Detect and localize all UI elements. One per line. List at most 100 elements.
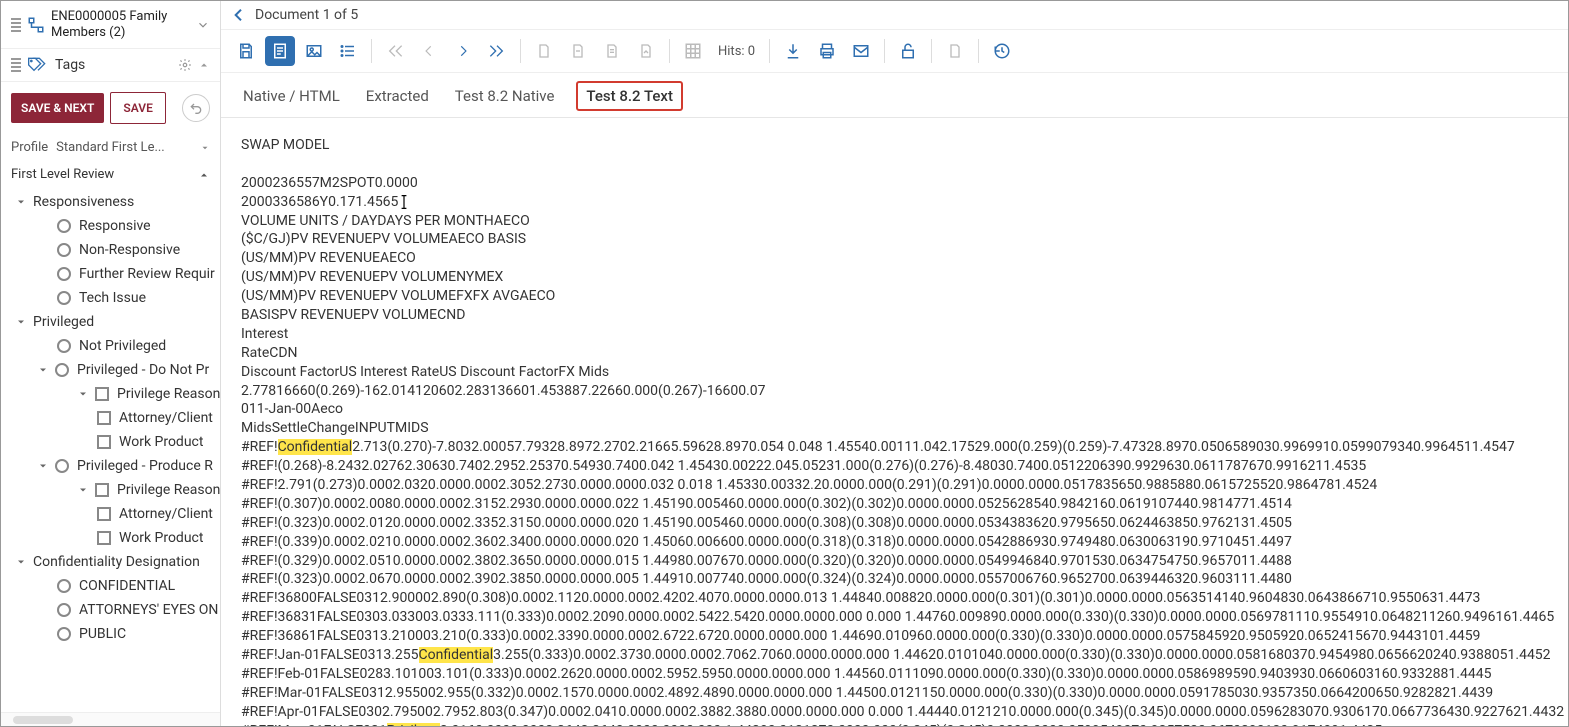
group-privileged[interactable]: Privileged xyxy=(1,310,220,334)
caret-down-icon xyxy=(77,388,89,400)
option-label: Work Product xyxy=(119,434,203,450)
toolbar-separator xyxy=(769,39,770,63)
document-nav-bar: Document 1 of 5 xyxy=(221,1,1568,30)
review-section-header[interactable]: First Level Review xyxy=(1,161,220,188)
review-section-label: First Level Review xyxy=(11,167,114,182)
doc-line: VOLUME UNITS / DAYDAYS PER MONTHAECO xyxy=(241,212,1548,231)
first-page-button[interactable] xyxy=(380,36,410,66)
radio-icon xyxy=(55,363,69,377)
option-responsive[interactable]: Responsive xyxy=(1,214,220,238)
option-attorney-client[interactable]: Attorney/Client xyxy=(1,406,220,430)
group-label: Privilege Reason xyxy=(117,386,220,402)
chevron-up-icon xyxy=(198,169,210,181)
save-and-next-button[interactable]: SAVE & NEXT xyxy=(11,93,104,123)
page-icon-5[interactable] xyxy=(940,36,970,66)
doc-line: #REF!(0.268)-8.2432.02762.30630.7402.295… xyxy=(241,457,1548,476)
option-priv-do-not-produce[interactable]: Privileged - Do Not Pr xyxy=(1,358,220,382)
caret-down-icon xyxy=(15,556,27,568)
option-attorney-client-2[interactable]: Attorney/Client xyxy=(1,502,220,526)
tab-test-82-native[interactable]: Test 8.2 Native xyxy=(451,81,559,117)
back-arrow-icon[interactable] xyxy=(231,7,247,23)
drag-handle-icon[interactable] xyxy=(11,58,21,72)
save-button[interactable]: SAVE xyxy=(110,92,165,124)
caret-down-icon xyxy=(15,196,27,208)
option-work-product[interactable]: Work Product xyxy=(1,430,220,454)
history-button[interactable] xyxy=(987,36,1017,66)
next-page-button[interactable] xyxy=(448,36,478,66)
doc-line: #REF!Feb-01FALSE0283.101003.101(0.333)0.… xyxy=(241,665,1548,684)
drag-handle-icon[interactable] xyxy=(11,18,21,32)
collapse-icon[interactable] xyxy=(198,59,210,71)
group-privilege-reason-2[interactable]: Privilege Reason xyxy=(1,478,220,502)
highlight-privilege: Privilege xyxy=(387,723,440,726)
option-further-review[interactable]: Further Review Requir xyxy=(1,262,220,286)
doc-line: #REF!2.791(0.273)0.0002.0320.0000.0002.3… xyxy=(241,476,1548,495)
group-responsiveness[interactable]: Responsiveness xyxy=(1,190,220,214)
toolbar-separator xyxy=(884,39,885,63)
group-privilege-reason[interactable]: Privilege Reason xyxy=(1,382,220,406)
doc-line: #REF!May-01FALSE031Privilege2.0160.0000.… xyxy=(241,722,1548,726)
list-view-button[interactable] xyxy=(333,36,363,66)
tab-extracted[interactable]: Extracted xyxy=(362,81,433,117)
doc-line: Interest xyxy=(241,325,1548,344)
radio-icon xyxy=(57,219,71,233)
doc-line: #REF!Mar-01FALSE0312.955002.955(0.332)0.… xyxy=(241,684,1548,703)
save-icon-button[interactable] xyxy=(231,36,261,66)
page-icon-1[interactable] xyxy=(529,36,559,66)
doc-line: #REF!Confidential2.713(0.270)-7.8032.000… xyxy=(241,438,1548,457)
group-label: Privileged xyxy=(33,314,94,330)
option-priv-produce-redacted[interactable]: Privileged - Produce R xyxy=(1,454,220,478)
option-label: CONFIDENTIAL xyxy=(79,578,175,594)
chevron-down-icon[interactable] xyxy=(196,18,210,32)
email-button[interactable] xyxy=(846,36,876,66)
page-icon-3[interactable] xyxy=(597,36,627,66)
checkbox-icon xyxy=(95,387,109,401)
download-button[interactable] xyxy=(778,36,808,66)
highlight-confidential: Confidential xyxy=(419,647,494,663)
doc-line: ($C/GJ)PV REVENUEPV VOLUMEAECO BASIS xyxy=(241,230,1548,249)
option-public[interactable]: PUBLIC xyxy=(1,622,220,646)
print-button[interactable] xyxy=(812,36,842,66)
group-confidentiality[interactable]: Confidentiality Designation xyxy=(1,550,220,574)
option-label: ATTORNEYS' EYES ON xyxy=(79,602,218,618)
doc-line: (US/MM)PV REVENUEAECO xyxy=(241,249,1548,268)
last-page-button[interactable] xyxy=(482,36,512,66)
page-icon-4[interactable] xyxy=(631,36,661,66)
profile-select[interactable]: Standard First Le... xyxy=(56,140,210,155)
doc-line: #REF!Jan-01FALSE0313.255Confidential3.25… xyxy=(241,646,1548,665)
doc-line: MidsSettleChangeINPUTMIDS xyxy=(241,419,1548,438)
toolbar-separator xyxy=(669,39,670,63)
image-view-button[interactable] xyxy=(299,36,329,66)
doc-line: #REF!Apr-01FALSE0302.795002.7952.803(0.3… xyxy=(241,703,1548,722)
gear-icon[interactable] xyxy=(178,58,192,72)
sidebar: ENE0000005 Family Members (2) Tags SAVE … xyxy=(1,1,221,726)
doc-line: 011-Jan-00Aeco xyxy=(241,400,1548,419)
group-label: Confidentiality Designation xyxy=(33,554,200,570)
document-family-title: ENE0000005 Family Members (2) xyxy=(51,9,196,40)
grid-icon-button[interactable] xyxy=(678,36,708,66)
checkbox-icon xyxy=(97,531,111,545)
document-text-content: SWAP MODEL 2000236557M2SPOT0.0000 200033… xyxy=(221,118,1568,726)
option-work-product-2[interactable]: Work Product xyxy=(1,526,220,550)
option-non-responsive[interactable]: Non-Responsive xyxy=(1,238,220,262)
toolbar-separator xyxy=(978,39,979,63)
tab-native-html[interactable]: Native / HTML xyxy=(239,81,344,117)
option-tech-issue[interactable]: Tech Issue xyxy=(1,286,220,310)
doc-line: #REF!(0.323)0.0002.0670.0000.0002.3902.3… xyxy=(241,570,1548,589)
radio-icon xyxy=(57,627,71,641)
horizontal-scrollbar[interactable] xyxy=(1,712,220,726)
prev-page-button[interactable] xyxy=(414,36,444,66)
document-view-button[interactable] xyxy=(265,36,295,66)
option-label: Not Privileged xyxy=(79,338,166,354)
chevron-down-icon xyxy=(200,143,210,153)
main-panel: Document 1 of 5 Hits: 0 Native / HTML Ex… xyxy=(221,1,1568,726)
undo-button[interactable] xyxy=(182,94,210,122)
option-not-privileged[interactable]: Not Privileged xyxy=(1,334,220,358)
tab-test-82-text[interactable]: Test 8.2 Text xyxy=(576,81,683,111)
page-icon-2[interactable] xyxy=(563,36,593,66)
doc-line: 2000336586Y0.171.4565 xyxy=(241,193,1548,212)
option-attorneys-eyes[interactable]: ATTORNEYS' EYES ON xyxy=(1,598,220,622)
viewer-tabs: Native / HTML Extracted Test 8.2 Native … xyxy=(221,73,1568,118)
option-confidential[interactable]: CONFIDENTIAL xyxy=(1,574,220,598)
unlock-button[interactable] xyxy=(893,36,923,66)
